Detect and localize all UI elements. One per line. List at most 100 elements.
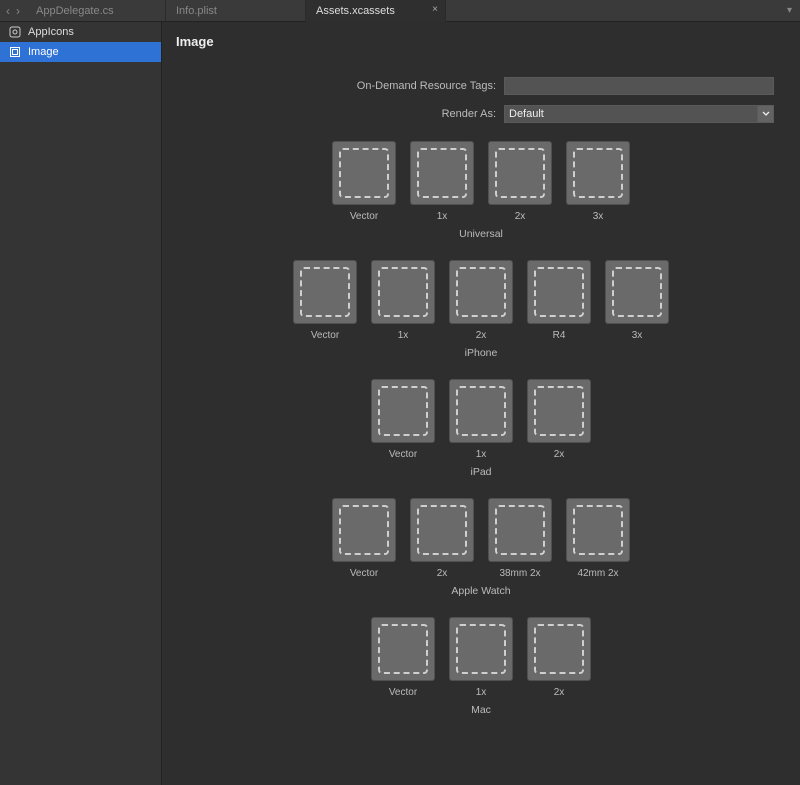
- image-slot: Vector: [330, 141, 398, 222]
- sidebar-item-label: Image: [28, 46, 59, 58]
- slot-label: 2x: [554, 687, 565, 698]
- sidebar-item-label: AppIcons: [28, 26, 74, 38]
- drop-target-icon: [417, 148, 467, 198]
- appicon-icon: [8, 25, 22, 39]
- sidebar-item-image[interactable]: Image: [0, 42, 161, 62]
- chevron-down-icon[interactable]: [758, 105, 774, 123]
- slot-label: 2x: [476, 330, 487, 341]
- slot-label: 2x: [437, 568, 448, 579]
- slot-label: Vector: [350, 211, 378, 222]
- sidebar-item-appicons[interactable]: AppIcons: [0, 22, 161, 42]
- slot-row: Vector1x2x3x: [330, 141, 632, 222]
- image-well[interactable]: [449, 617, 513, 681]
- image-well[interactable]: [371, 260, 435, 324]
- image-slot: Vector: [369, 617, 437, 698]
- image-well[interactable]: [566, 498, 630, 562]
- image-well[interactable]: [332, 141, 396, 205]
- image-slot: Vector: [291, 260, 359, 341]
- slot-label: 1x: [437, 211, 448, 222]
- drop-target-icon: [612, 267, 662, 317]
- slot-label: 3x: [593, 211, 604, 222]
- slot-label: 42mm 2x: [577, 568, 618, 579]
- drop-target-icon: [534, 386, 584, 436]
- tab-label: Assets.xcassets: [316, 5, 395, 17]
- drop-target-icon: [339, 148, 389, 198]
- render-as-label: Render As:: [176, 108, 496, 120]
- asset-sidebar: AppIcons Image: [0, 22, 162, 785]
- image-slot: Vector: [330, 498, 398, 579]
- tab-appdelegate-cs[interactable]: AppDelegate.cs: [26, 0, 166, 22]
- slot-label: 2x: [554, 449, 565, 460]
- asset-group-apple-watch: Vector 2x 38mm 2x 42mm 2x Apple Watch: [176, 498, 786, 597]
- tab-overflow-button[interactable]: ▾: [779, 5, 800, 16]
- slot-label: Vector: [389, 449, 417, 460]
- on-demand-tags-label: On-Demand Resource Tags:: [176, 80, 496, 92]
- image-slot: 3x: [603, 260, 671, 341]
- drop-target-icon: [378, 267, 428, 317]
- drop-target-icon: [378, 624, 428, 674]
- image-slot: 1x: [447, 617, 515, 698]
- image-well[interactable]: [332, 498, 396, 562]
- image-well[interactable]: [449, 260, 513, 324]
- drop-target-icon: [573, 505, 623, 555]
- on-demand-tags-input[interactable]: [504, 77, 774, 95]
- image-well[interactable]: [410, 141, 474, 205]
- slot-label: R4: [553, 330, 566, 341]
- drop-target-icon: [378, 386, 428, 436]
- slot-label: 1x: [476, 449, 487, 460]
- image-slot: 1x: [408, 141, 476, 222]
- slot-label: Vector: [350, 568, 378, 579]
- drop-target-icon: [495, 505, 545, 555]
- group-label: iPad: [176, 466, 786, 478]
- image-slot: 1x: [447, 379, 515, 460]
- asset-group-universal: Vector1x2x3xUniversal: [176, 141, 786, 240]
- image-slot: 3x: [564, 141, 632, 222]
- image-well[interactable]: [488, 498, 552, 562]
- slot-row: Vector 1x 2x: [369, 617, 593, 698]
- tab-label: Info.plist: [176, 5, 217, 17]
- image-well[interactable]: [527, 379, 591, 443]
- main-panel: Image On-Demand Resource Tags: Render As…: [162, 22, 800, 785]
- tab-label: AppDelegate.cs: [36, 5, 114, 17]
- slot-label: 1x: [476, 687, 487, 698]
- image-slot: Vector: [369, 379, 437, 460]
- drop-target-icon: [456, 624, 506, 674]
- group-label: Apple Watch: [176, 585, 786, 597]
- image-well[interactable]: [293, 260, 357, 324]
- image-slot: R4: [525, 260, 593, 341]
- close-icon[interactable]: ×: [429, 4, 441, 16]
- image-well[interactable]: [410, 498, 474, 562]
- drop-target-icon: [534, 624, 584, 674]
- drop-target-icon: [456, 267, 506, 317]
- image-slot: 1x: [369, 260, 437, 341]
- image-well[interactable]: [605, 260, 669, 324]
- image-well[interactable]: [527, 260, 591, 324]
- slot-label: 1x: [398, 330, 409, 341]
- image-well[interactable]: [371, 617, 435, 681]
- drop-target-icon: [534, 267, 584, 317]
- slot-row: Vector 2x 38mm 2x 42mm 2x: [330, 498, 632, 579]
- image-well[interactable]: [527, 617, 591, 681]
- tab-assets-xcassets[interactable]: Assets.xcassets ×: [306, 0, 446, 22]
- nav-back-button[interactable]: ‹: [6, 5, 10, 17]
- asset-group-iphone: Vector 1x 2x R4 3x iPhone: [176, 260, 786, 359]
- asset-group-ipad: Vector 1x 2x iPad: [176, 379, 786, 478]
- image-well[interactable]: [488, 141, 552, 205]
- image-well[interactable]: [566, 141, 630, 205]
- image-slot: 2x: [408, 498, 476, 579]
- tab-bar: ‹ › AppDelegate.cs Info.plist Assets.xcass…: [0, 0, 800, 22]
- image-well[interactable]: [449, 379, 513, 443]
- image-set-icon: [8, 45, 22, 59]
- slot-label: 3x: [632, 330, 643, 341]
- group-label: iPhone: [176, 347, 786, 359]
- drop-target-icon: [573, 148, 623, 198]
- drop-target-icon: [339, 505, 389, 555]
- image-slot: 42mm 2x: [564, 498, 632, 579]
- drop-target-icon: [495, 148, 545, 198]
- image-well[interactable]: [371, 379, 435, 443]
- page-title: Image: [176, 34, 786, 49]
- render-as-select[interactable]: Default: [504, 105, 774, 123]
- nav-forward-button[interactable]: ›: [16, 5, 20, 17]
- image-slot: 38mm 2x: [486, 498, 554, 579]
- tab-info-plist[interactable]: Info.plist: [166, 0, 306, 22]
